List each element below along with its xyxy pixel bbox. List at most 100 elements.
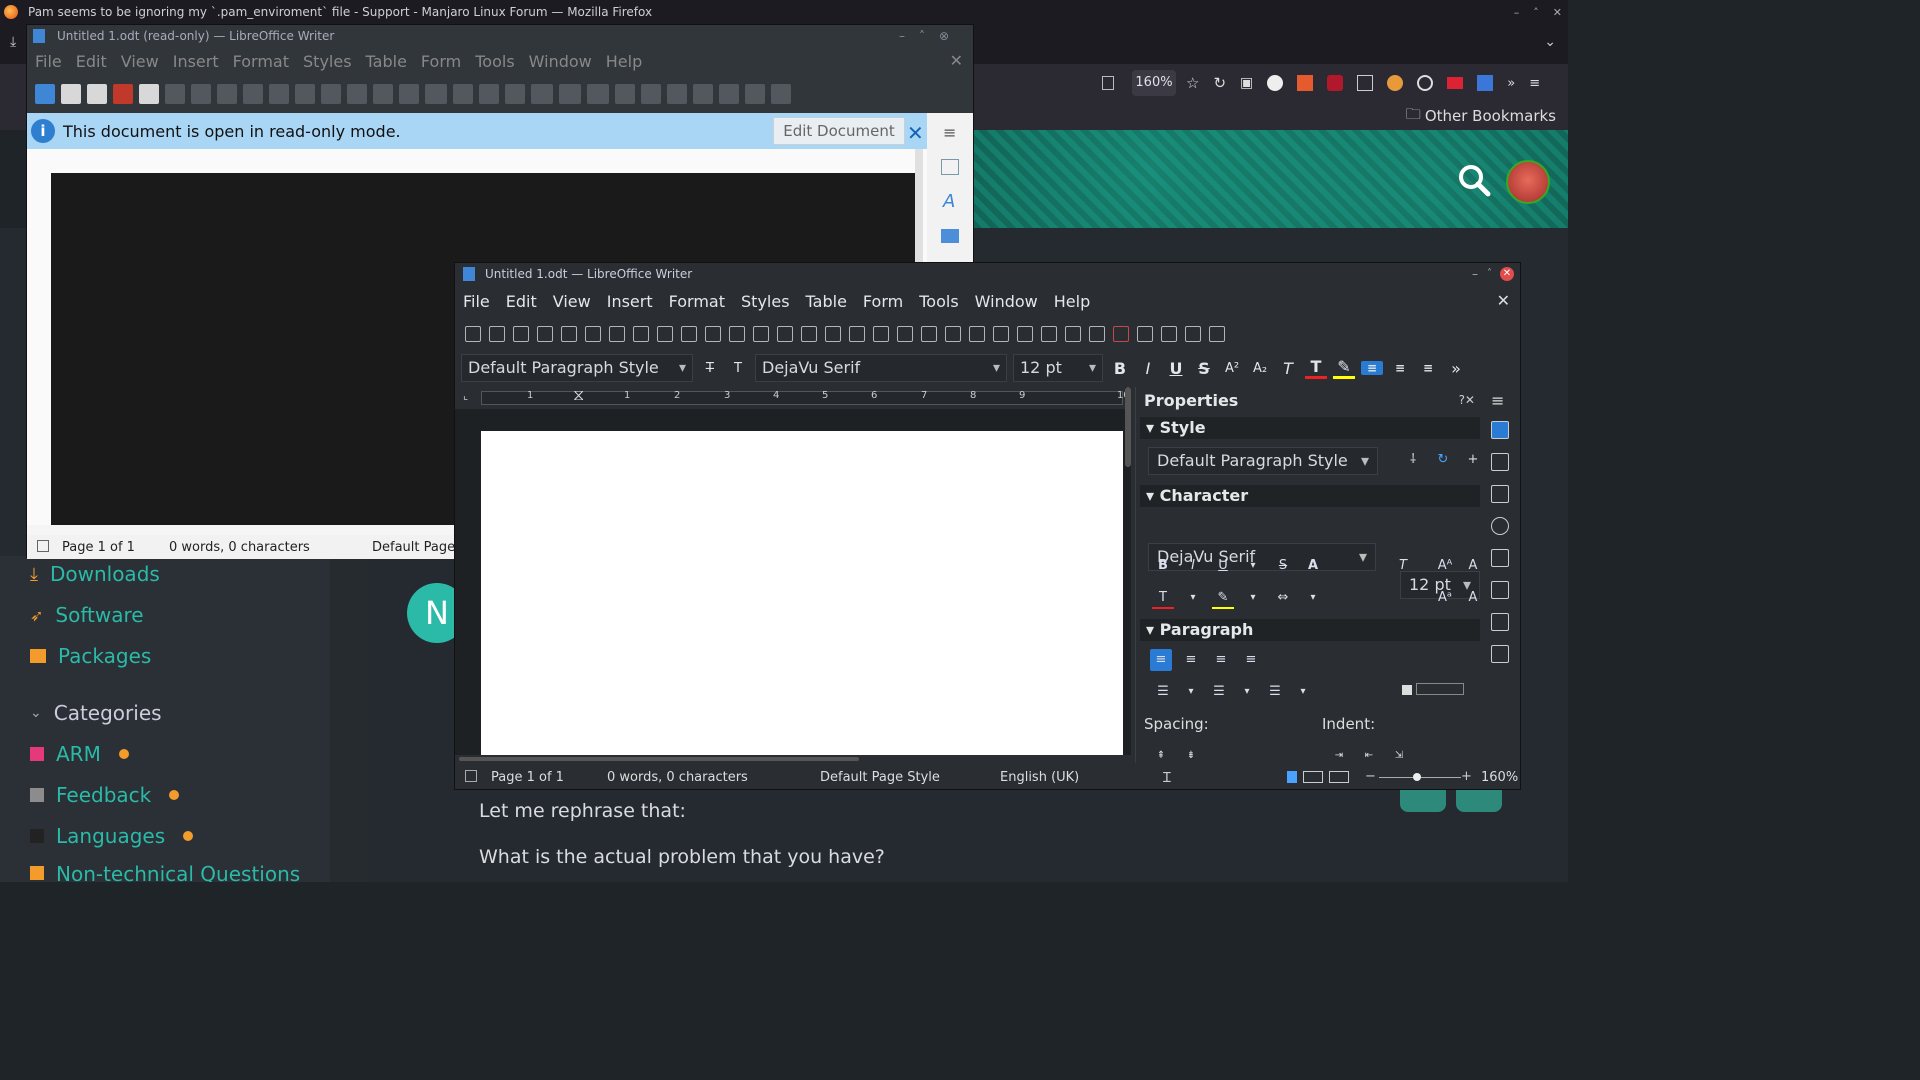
menu-tools[interactable]: Tools <box>475 52 514 71</box>
maximize-icon[interactable]: ˄ <box>1487 263 1492 285</box>
endnote-icon[interactable] <box>667 84 687 104</box>
status-words[interactable]: 0 words, 0 characters <box>607 770 748 785</box>
status-language[interactable]: English (UK) <box>1000 770 1079 785</box>
menu-window[interactable]: Window <box>975 292 1038 311</box>
hyperlink-icon[interactable] <box>993 326 1009 342</box>
menu-view[interactable]: View <box>121 52 159 71</box>
close-window-icon[interactable]: ✕ <box>1500 267 1514 281</box>
menu-help[interactable]: Help <box>606 52 642 71</box>
style-inspector-icon[interactable] <box>1491 581 1509 599</box>
open-icon[interactable] <box>61 84 81 104</box>
align-right-button[interactable]: ≡ <box>1417 361 1439 375</box>
horizontal-ruler[interactable]: ⌞ 1 ⧖ 1 2 3 4 5 6 7 8 9 10 <box>461 385 1130 409</box>
draw-icon[interactable] <box>1209 326 1225 342</box>
subscript-button[interactable]: A₂ <box>1249 361 1271 376</box>
spelling-icon[interactable] <box>373 84 393 104</box>
close-doc-icon[interactable]: ✕ <box>1497 291 1510 310</box>
cookie-icon[interactable] <box>1387 75 1404 91</box>
menu-hamburger-icon[interactable]: ≡ <box>1529 76 1540 91</box>
minimize-icon[interactable]: – <box>1472 263 1478 285</box>
align-left-button[interactable]: ≡ <box>1150 649 1172 671</box>
textbox-icon[interactable] <box>897 326 913 342</box>
print-preview-icon[interactable] <box>165 84 185 104</box>
footnote-icon[interactable] <box>1017 326 1033 342</box>
redo-icon[interactable] <box>321 84 341 104</box>
spacing-below-icon[interactable]: ⇟ <box>1180 745 1202 767</box>
grow-font-button[interactable]: Aᴬ <box>1434 555 1456 577</box>
save-icon[interactable] <box>513 326 529 342</box>
cross-ref-icon[interactable] <box>719 84 739 104</box>
align-right-button[interactable]: ≡ <box>1210 649 1232 671</box>
font-color-button[interactable]: T <box>1152 587 1174 609</box>
gallery-deck-icon[interactable] <box>941 229 959 243</box>
overflow-chevron-icon[interactable]: » <box>1507 76 1515 91</box>
chart-icon[interactable] <box>479 84 499 104</box>
export-pdf-icon[interactable] <box>113 84 133 104</box>
italic-button[interactable]: I <box>1137 359 1159 378</box>
close-doc-icon[interactable]: ✕ <box>950 51 963 70</box>
clone-icon[interactable] <box>681 326 697 342</box>
special-char-icon[interactable] <box>587 84 609 104</box>
minimize-icon[interactable]: – <box>1514 6 1520 19</box>
container-icon[interactable] <box>1477 75 1494 91</box>
image-icon[interactable] <box>453 84 473 104</box>
undo-icon[interactable] <box>295 84 315 104</box>
update-style-icon[interactable]: ↻ <box>1432 449 1454 471</box>
horizontal-scrollbar[interactable] <box>459 757 859 761</box>
scroll-thumb[interactable] <box>1125 387 1131 467</box>
menu-format[interactable]: Format <box>669 292 725 311</box>
toolbar-overflow-icon[interactable]: » <box>1445 359 1467 378</box>
numbering-dropdown-icon[interactable]: ▾ <box>1236 681 1258 703</box>
comment-icon[interactable] <box>745 84 765 104</box>
formatting-marks-icon[interactable] <box>399 84 419 104</box>
align-center-button[interactable]: ≡ <box>1389 361 1411 375</box>
design-deck-icon[interactable] <box>1491 645 1509 663</box>
highlight-button[interactable]: ✎ <box>1333 357 1355 379</box>
spacing-above-icon[interactable]: ⇞ <box>1150 745 1172 767</box>
shapes-icon[interactable] <box>1185 326 1201 342</box>
image-icon[interactable] <box>849 326 865 342</box>
book-view-icon[interactable] <box>1329 771 1349 783</box>
copy-icon[interactable] <box>633 326 649 342</box>
menu-window[interactable]: Window <box>529 52 592 71</box>
undo-icon[interactable] <box>705 326 721 342</box>
globe-icon[interactable] <box>1417 75 1434 91</box>
print-icon[interactable] <box>139 84 159 104</box>
bold-button[interactable]: B <box>1109 359 1131 378</box>
outline-dropdown-icon[interactable]: ▾ <box>1292 681 1314 703</box>
category-feedback[interactable]: Feedback <box>30 780 180 810</box>
tab-stop-icon[interactable]: ⌞ <box>463 389 468 402</box>
menu-form[interactable]: Form <box>863 292 903 311</box>
zoom-indicator[interactable]: 160% <box>1132 70 1176 96</box>
paste-icon[interactable] <box>657 326 673 342</box>
bookmark-icon[interactable] <box>693 84 713 104</box>
status-page[interactable]: Page 1 of 1 <box>62 540 135 555</box>
menu-insert[interactable]: Insert <box>173 52 219 71</box>
export-pdf-icon[interactable] <box>537 326 553 342</box>
extension-icon[interactable] <box>1297 75 1314 91</box>
manage-changes-icon[interactable] <box>1491 613 1509 631</box>
page-break-icon[interactable] <box>531 84 553 104</box>
menu-format[interactable]: Format <box>233 52 289 71</box>
superscript-button[interactable]: Aᵃ <box>1434 587 1456 609</box>
sidebar-item-software[interactable]: ➶ Software <box>30 600 144 630</box>
status-zoom[interactable]: 160% <box>1481 770 1518 785</box>
style-section-header[interactable]: ▾ Style <box>1140 417 1480 439</box>
menu-insert[interactable]: Insert <box>607 292 653 311</box>
gallery-deck-icon[interactable] <box>1491 485 1509 503</box>
open-icon[interactable] <box>489 326 505 342</box>
status-page-style[interactable]: Default Page Style <box>820 770 940 785</box>
formatting-marks-icon[interactable] <box>801 326 817 342</box>
clear-format-button[interactable]: T <box>1392 555 1414 577</box>
menu-edit[interactable]: Edit <box>506 292 537 311</box>
redo-icon[interactable] <box>729 326 745 342</box>
chart-icon[interactable] <box>873 326 889 342</box>
reader-icon[interactable] <box>1102 76 1114 90</box>
font-name-combo[interactable]: DejaVu Serif <box>755 354 1007 382</box>
numbering-icon[interactable]: ☰ <box>1208 681 1230 703</box>
print-preview-icon[interactable] <box>585 326 601 342</box>
char-spacing-button[interactable]: ⇔ <box>1272 587 1294 609</box>
track-changes-icon[interactable] <box>771 84 791 104</box>
menu-form[interactable]: Form <box>421 52 461 71</box>
document-page[interactable] <box>481 431 1123 755</box>
